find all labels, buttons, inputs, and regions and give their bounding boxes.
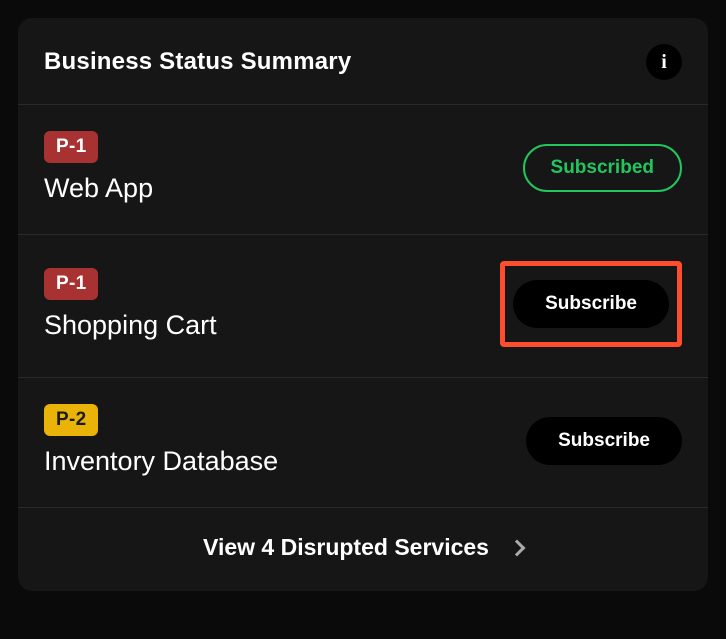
- priority-badge: P-1: [44, 131, 98, 163]
- subscribe-button[interactable]: Subscribe: [513, 280, 669, 328]
- panel-title: Business Status Summary: [44, 48, 351, 76]
- service-name: Inventory Database: [44, 446, 278, 477]
- footer-label: View 4 Disrupted Services: [203, 534, 489, 561]
- service-name: Shopping Cart: [44, 310, 217, 341]
- service-row: P-2 Inventory Database Subscribe: [18, 378, 708, 508]
- service-info: P-1 Web App: [44, 131, 153, 204]
- view-disrupted-link[interactable]: View 4 Disrupted Services: [18, 508, 708, 591]
- chevron-right-icon: [508, 539, 525, 556]
- highlight-annotation: Subscribe: [500, 261, 682, 347]
- service-name: Web App: [44, 173, 153, 204]
- status-summary-panel: Business Status Summary i P-1 Web App Su…: [18, 18, 708, 591]
- service-row: P-1 Web App Subscribed: [18, 105, 708, 235]
- info-icon[interactable]: i: [646, 44, 682, 80]
- subscribe-button[interactable]: Subscribe: [526, 417, 682, 465]
- priority-badge: P-1: [44, 268, 98, 300]
- subscribed-button[interactable]: Subscribed: [523, 144, 682, 192]
- panel-header: Business Status Summary i: [18, 18, 708, 105]
- service-info: P-2 Inventory Database: [44, 404, 278, 477]
- service-row: P-1 Shopping Cart Subscribe: [18, 235, 708, 378]
- service-info: P-1 Shopping Cart: [44, 268, 217, 341]
- priority-badge: P-2: [44, 404, 98, 436]
